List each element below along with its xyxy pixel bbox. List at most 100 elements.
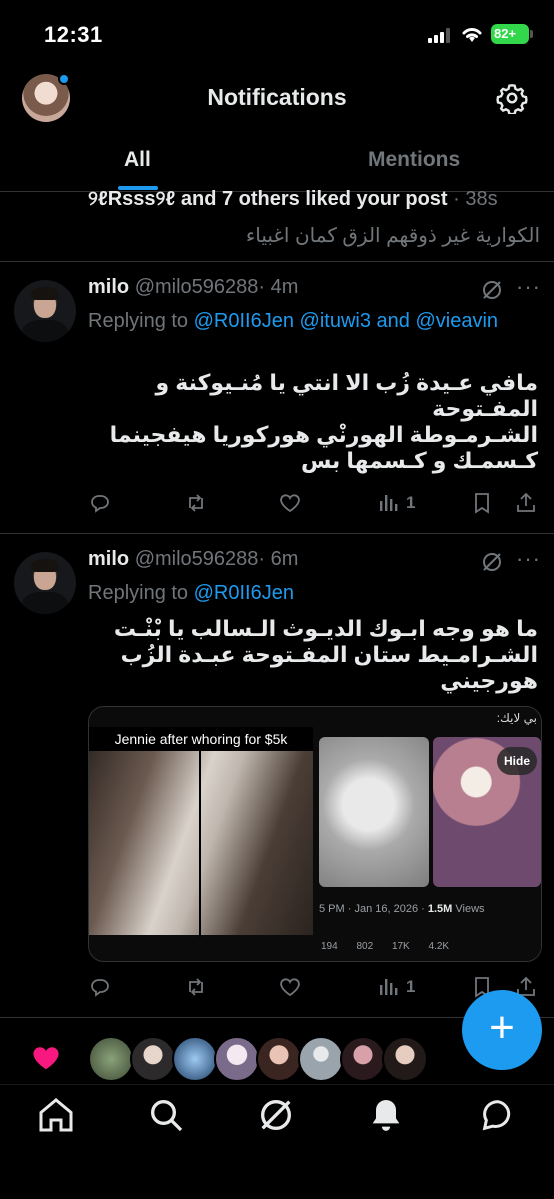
quoted-header: بي لايك: xyxy=(496,711,537,725)
reply-mentions[interactable]: @R0II6Jen @ituwi3 and @vieavin xyxy=(194,310,498,332)
heart-filled-icon xyxy=(33,1047,59,1070)
user-avatar[interactable] xyxy=(214,1036,260,1082)
replying-to-label: Replying to xyxy=(88,582,189,604)
status-time: 12:31 xyxy=(44,22,103,47)
repost-button[interactable] xyxy=(184,972,208,1002)
attached-image[interactable] xyxy=(89,727,313,937)
views-count: 1 xyxy=(406,493,416,512)
author-name[interactable]: milo xyxy=(88,548,129,570)
grok-icon[interactable] xyxy=(480,278,504,302)
post-header: milo @milo596288· 4m xyxy=(88,276,298,299)
post-text-line: كـسمـك و كـسمها بس xyxy=(300,448,538,473)
repost-button[interactable] xyxy=(184,488,208,518)
top-bar: Notifications xyxy=(0,70,554,130)
reply-post[interactable]: milo @milo596288· 6m ··· Replying to @R0… xyxy=(0,534,554,1018)
more-options-icon[interactable]: ··· xyxy=(516,546,541,572)
views-chart-icon xyxy=(380,979,398,995)
post-text-line: هورجيني xyxy=(440,668,538,693)
quoted-bookmarks: 4.2K xyxy=(428,941,450,952)
reply-icon xyxy=(91,979,109,997)
author-avatar[interactable] xyxy=(14,552,76,614)
views-count: 1 xyxy=(406,977,416,996)
quoted-meta: 5 PM · Jan 16, 2026 · 1.5M Views xyxy=(319,903,485,915)
status-bar: 12:31 82+ xyxy=(0,0,554,70)
grok-icon[interactable] xyxy=(256,1095,296,1135)
like-actor[interactable]: ୨ℓRsss୨ℓ xyxy=(88,188,175,210)
image-caption: Jennie after whoring for $5k xyxy=(89,727,313,751)
user-avatar[interactable] xyxy=(382,1036,428,1082)
like-time: · 38s xyxy=(453,188,498,210)
more-options-icon[interactable]: ··· xyxy=(516,274,541,300)
like-notification[interactable]: ୨ℓRsss୨ℓ and 7 others liked your post · … xyxy=(0,184,554,262)
post-text-line: الشـرامـيط ستان المفـتوحة عبـدة الزُب xyxy=(120,642,538,667)
reply-post[interactable]: milo @milo596288· 4m ··· Replying to @R0… xyxy=(0,262,554,534)
wifi-icon xyxy=(462,28,482,42)
cellular-signal-icon xyxy=(428,27,454,43)
home-icon[interactable] xyxy=(36,1095,76,1135)
quoted-screenshot[interactable]: بي لايك: Hide 5 PM · Jan 16, 2026 · 1.5M… xyxy=(317,707,541,961)
liked-post-preview: الكوارية غير ذوقهم الزق كمان اغبياء xyxy=(245,225,540,247)
post-time: · 6m xyxy=(258,548,299,570)
bottom-tab-bar xyxy=(0,1084,554,1199)
quoted-image xyxy=(319,737,429,887)
tab-mentions[interactable]: Mentions xyxy=(368,148,460,172)
hide-button[interactable]: Hide xyxy=(497,747,537,775)
replying-to: Replying to @R0II6Jen @ituwi3 and @vieav… xyxy=(88,306,528,336)
post-text-line: مافي عـيدة زُب الا انتي يا مُنـيوكنة و ا… xyxy=(155,370,539,421)
user-avatar[interactable] xyxy=(172,1036,218,1082)
author-handle[interactable]: @milo596288 xyxy=(135,276,259,298)
settings-gear-icon[interactable] xyxy=(496,82,528,114)
bookmark-button[interactable] xyxy=(470,488,494,518)
like-button[interactable] xyxy=(278,972,302,1002)
replying-to: Replying to @R0II6Jen xyxy=(88,578,528,608)
reply-icon xyxy=(91,495,109,513)
reply-button[interactable] xyxy=(88,488,112,518)
tab-all[interactable]: All xyxy=(124,148,151,172)
quoted-reposts: 802 xyxy=(356,941,374,952)
search-icon[interactable] xyxy=(146,1095,186,1135)
post-media[interactable]: Jennie after whoring for $5k بي لايك: Hi… xyxy=(88,706,542,962)
views-chart-icon xyxy=(380,495,398,511)
post-text: ما هو وجه ابـوك الديـوث الـسالب يا بْنْـ… xyxy=(88,616,538,694)
user-avatar[interactable] xyxy=(88,1036,134,1082)
like-button[interactable] xyxy=(278,488,302,518)
views-button[interactable]: 1 xyxy=(376,488,415,518)
post-text: مافي عـيدة زُب الا انتي يا مُنـيوكنة و ا… xyxy=(88,370,538,474)
author-avatar[interactable] xyxy=(14,280,76,342)
battery-indicator: 82+ xyxy=(491,24,533,44)
quoted-likes: 17K xyxy=(391,941,410,952)
heart-outline-icon xyxy=(280,978,300,997)
user-avatar[interactable] xyxy=(130,1036,176,1082)
views-button[interactable]: 1 xyxy=(376,972,415,1002)
notifications-bell-icon[interactable] xyxy=(366,1095,406,1135)
repost-icon xyxy=(189,494,203,512)
like-summary: ୨ℓRsss୨ℓ and 7 others liked your post · … xyxy=(88,188,498,211)
quoted-stats: 194 802 17K 4.2K xyxy=(321,941,465,952)
heart-outline-icon xyxy=(280,494,300,513)
post-time: · 4m xyxy=(258,276,299,298)
post-actions: 1 xyxy=(88,972,538,1002)
post-header: milo @milo596288· 6m xyxy=(88,548,298,571)
user-avatar[interactable] xyxy=(256,1036,302,1082)
battery-level: 82+ xyxy=(494,26,517,41)
reply-button[interactable] xyxy=(88,972,112,1002)
user-avatar[interactable] xyxy=(298,1036,344,1082)
replying-to-label: Replying to xyxy=(88,310,189,332)
share-icon xyxy=(517,492,535,512)
post-actions: 1 xyxy=(88,488,538,518)
author-name[interactable]: milo xyxy=(88,276,129,298)
user-avatar[interactable] xyxy=(340,1036,386,1082)
author-handle[interactable]: @milo596288 xyxy=(135,548,259,570)
grok-icon[interactable] xyxy=(480,550,504,574)
post-text-line: الشـرمـوطة الهورنْي هوركوريا هيفجينما xyxy=(109,422,538,447)
share-button[interactable] xyxy=(514,488,538,518)
messages-icon[interactable] xyxy=(478,1095,518,1135)
page-title: Notifications xyxy=(207,84,347,110)
repost-icon xyxy=(189,978,203,996)
post-text-line: ما هو وجه ابـوك الديـوث الـسالب يا بْنْـ… xyxy=(113,616,538,641)
compose-button[interactable]: + xyxy=(462,990,542,1070)
quoted-views-label: Views xyxy=(455,903,485,915)
like-text: and 7 others liked your post xyxy=(180,188,448,210)
bookmark-icon xyxy=(475,493,489,514)
reply-mentions[interactable]: @R0II6Jen xyxy=(194,582,294,604)
